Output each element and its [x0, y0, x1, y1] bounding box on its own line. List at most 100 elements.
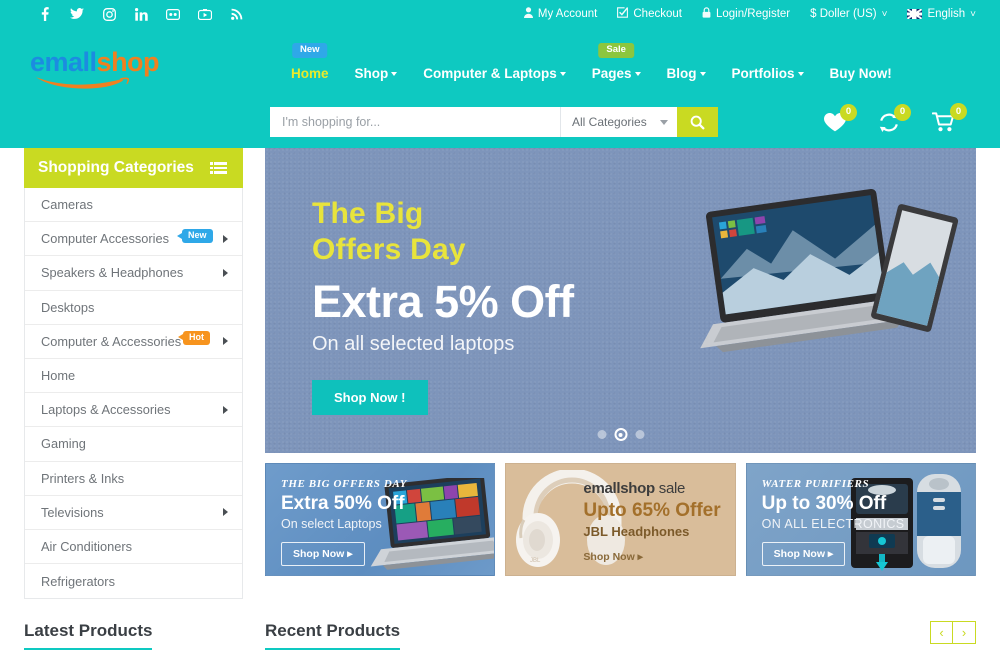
- hero-slider: The Big Offers Day Extra 5% Off On all s…: [265, 148, 976, 453]
- my-account-link[interactable]: My Account: [523, 7, 598, 21]
- sidebar-item-printers-inks[interactable]: Printers & Inks: [25, 462, 242, 496]
- search-row: All Categories 0 0 0: [0, 96, 1000, 148]
- sidebar-item-label: Printers & Inks: [41, 470, 125, 486]
- promo-title: Upto 65% Offer: [583, 500, 721, 521]
- sidebar-item-label: Gaming: [41, 436, 86, 452]
- main-navigation: New Home Shop Computer & Laptops Sale Pa…: [278, 43, 905, 84]
- chevron-down-icon: ˅: [970, 8, 976, 20]
- cart-button[interactable]: 0: [932, 103, 967, 132]
- language-selector[interactable]: English ˅: [907, 8, 976, 20]
- nav-badge-sale: Sale: [598, 43, 634, 58]
- search-input[interactable]: [270, 107, 560, 137]
- sidebar-item-computer-accessories-2[interactable]: Computer & Accessories Hot: [25, 325, 242, 359]
- youtube-icon[interactable]: [198, 7, 212, 21]
- promo-shop-now-button[interactable]: Shop Now ▸: [761, 541, 846, 566]
- sidebar-item-label: Speakers & Headphones: [41, 265, 184, 281]
- linkedin-icon[interactable]: [134, 7, 148, 21]
- hero-pagination-dots: [597, 428, 644, 441]
- login-register-label: Login/Register: [715, 8, 791, 20]
- login-register-link[interactable]: Login/Register: [702, 7, 790, 21]
- header-action-icons: 0 0 0: [824, 103, 976, 132]
- nav-item-blog[interactable]: Blog: [654, 64, 719, 84]
- sidebar-item-televisions[interactable]: Televisions: [25, 496, 242, 530]
- wishlist-button[interactable]: 0: [824, 103, 857, 132]
- hero-kicker-line-1: The Big: [312, 197, 424, 230]
- rss-icon[interactable]: [230, 7, 244, 21]
- nav-label: Shop: [354, 66, 389, 81]
- promo-kicker: WATER PURIFIERS: [761, 478, 870, 490]
- nav-item-home[interactable]: New Home: [278, 43, 342, 84]
- search-icon: [690, 115, 705, 130]
- sidebar-badge-new: New: [177, 229, 213, 244]
- wishlist-count-badge: 0: [840, 103, 857, 121]
- search-button[interactable]: [677, 107, 718, 137]
- facebook-icon[interactable]: [38, 7, 52, 21]
- search-category-label: All Categories: [572, 115, 647, 129]
- sidebar-item-cameras[interactable]: Cameras: [25, 188, 242, 223]
- hero-dot-2[interactable]: [614, 428, 627, 441]
- sidebar-header[interactable]: Shopping Categories: [24, 148, 243, 188]
- sidebar-item-label: Laptops & Accessories: [41, 402, 171, 418]
- site-logo[interactable]: emallshop: [24, 46, 174, 89]
- carousel-prev-button[interactable]: ‹: [930, 621, 953, 645]
- promo-shop-now-button[interactable]: Shop Now ▸: [281, 541, 365, 566]
- check-square-icon: [617, 7, 629, 21]
- hero-kicker-line-2: Offers Day: [312, 233, 466, 266]
- hero-dot-3[interactable]: [635, 430, 644, 439]
- nav-label: Blog: [666, 66, 697, 81]
- nav-item-pages[interactable]: Sale Pages: [579, 43, 654, 84]
- promo-brand-name: emallshop: [583, 480, 655, 497]
- lock-icon: [702, 7, 711, 21]
- flickr-icon[interactable]: [166, 7, 180, 21]
- chevron-right-icon: [223, 508, 228, 517]
- carousel-next-button[interactable]: ›: [953, 621, 976, 645]
- uk-flag-icon: [907, 9, 923, 19]
- promo-title: Extra 50% Off: [281, 493, 405, 514]
- hero-shop-now-button[interactable]: Shop Now !: [312, 380, 428, 415]
- promo-banner-headphones[interactable]: JBL emallshop sale Upto 65% Offer JBL He…: [505, 463, 736, 576]
- hero-copy: The Big Offers Day Extra 5% Off On all s…: [312, 196, 574, 415]
- sidebar-item-speakers-headphones[interactable]: Speakers & Headphones: [25, 256, 242, 291]
- sidebar-item-computer-accessories[interactable]: Computer Accessories New: [25, 222, 242, 257]
- sidebar-item-refrigerators[interactable]: Refrigerators: [25, 564, 242, 598]
- nav-item-buy-now[interactable]: Buy Now!: [817, 64, 905, 84]
- logo-part-2: shop: [96, 46, 160, 77]
- chevron-right-icon: [223, 234, 228, 243]
- top-bar: My Account Checkout Login/Register $ Dol…: [0, 0, 1000, 28]
- checkout-label: Checkout: [633, 8, 682, 20]
- language-label: English: [927, 8, 966, 20]
- sidebar-item-label: Home: [41, 368, 76, 384]
- page-body: Shopping Categories Cameras Computer Acc…: [0, 148, 1000, 600]
- sidebar-item-laptops-accessories[interactable]: Laptops & Accessories: [25, 393, 242, 428]
- currency-selector[interactable]: $ Doller (US) ˅: [810, 8, 887, 20]
- chevron-down-icon: [391, 72, 398, 76]
- search-category-select[interactable]: All Categories: [560, 107, 677, 137]
- nav-label: Pages: [591, 66, 632, 81]
- twitter-icon[interactable]: [70, 7, 84, 21]
- chevron-right-icon: [223, 337, 228, 346]
- hero-headline: Extra 5% Off: [312, 276, 574, 327]
- chevron-right-icon: [223, 405, 228, 414]
- checkout-link[interactable]: Checkout: [617, 7, 682, 21]
- nav-label: Portfolios: [731, 66, 795, 81]
- nav-item-shop[interactable]: Shop: [342, 64, 411, 84]
- nav-item-computer-laptops[interactable]: Computer & Laptops: [410, 64, 579, 84]
- sidebar-item-air-conditioners[interactable]: Air Conditioners: [25, 530, 242, 565]
- promo-banner-water-purifiers[interactable]: WATER PURIFIERS Up to 30% Off ON ALL ELE…: [745, 463, 976, 576]
- hero-dot-1[interactable]: [597, 430, 606, 439]
- hero-subline: On all selected laptops: [312, 333, 515, 355]
- sidebar-item-desktops[interactable]: Desktops: [25, 291, 242, 325]
- promo-banner-laptops[interactable]: THE BIG OFFERS DAY Extra 50% Off On sele…: [265, 463, 496, 576]
- compare-button[interactable]: 0: [878, 103, 911, 132]
- logo-text: emallshop: [30, 46, 174, 77]
- nav-item-portfolios[interactable]: Portfolios: [719, 64, 817, 84]
- my-account-label: My Account: [537, 8, 598, 20]
- top-bar-links: My Account Checkout Login/Register $ Dol…: [523, 7, 976, 21]
- hero-laptop-image: [676, 186, 966, 396]
- sidebar-item-label: Refrigerators: [41, 573, 115, 589]
- currency-label: $ Doller (US): [810, 8, 877, 20]
- sidebar-item-home[interactable]: Home: [25, 359, 242, 394]
- sidebar-item-gaming[interactable]: Gaming: [25, 427, 242, 462]
- promo-shop-now-button[interactable]: Shop Now ▸: [583, 551, 643, 563]
- instagram-icon[interactable]: [102, 7, 116, 21]
